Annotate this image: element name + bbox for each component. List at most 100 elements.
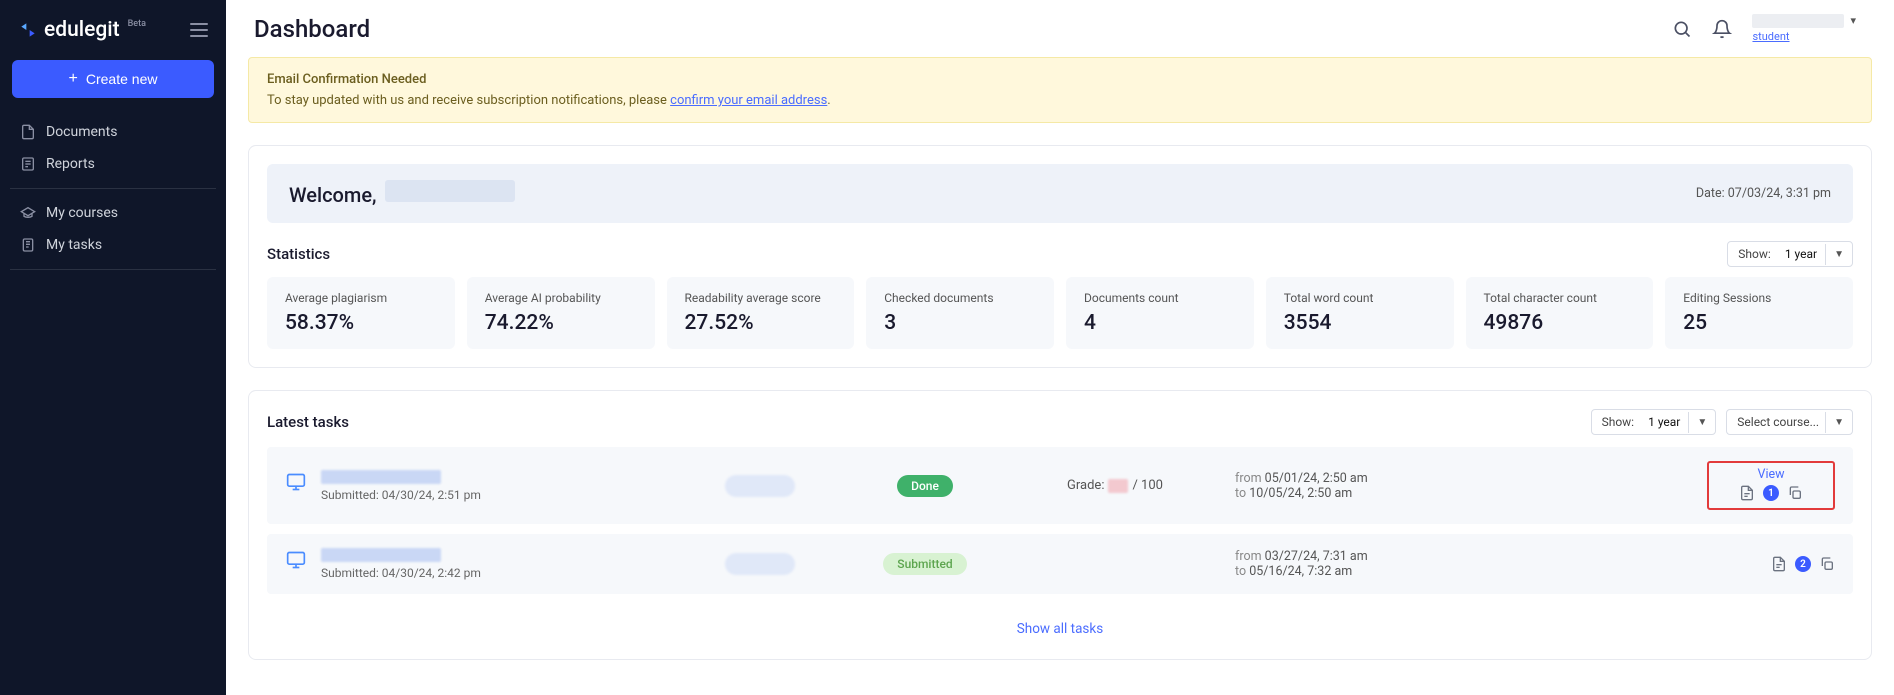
- task-submitted: Submitted: 04/30/24, 2:51 pm: [321, 488, 481, 502]
- logo-icon: [18, 20, 38, 40]
- grade-suffix: / 100: [1132, 478, 1163, 493]
- user-menu[interactable]: ▾ student: [1752, 14, 1856, 43]
- copy-icon[interactable]: [1787, 484, 1803, 502]
- document-icon[interactable]: [1739, 484, 1755, 502]
- sidebar-item-my-tasks[interactable]: My tasks: [10, 229, 216, 261]
- sidebar-item-label: Reports: [46, 156, 95, 172]
- view-highlight: View1: [1707, 461, 1835, 510]
- header: Dashboard ▾ student: [226, 0, 1894, 57]
- task-title-placeholder: [321, 548, 441, 562]
- tasks-show-value: 1 year: [1640, 410, 1688, 434]
- stat-tile: Editing Sessions 25: [1665, 277, 1853, 349]
- from-label: from: [1235, 471, 1262, 486]
- tasks-course-placeholder: Select course...: [1727, 410, 1825, 434]
- welcome-bar: Welcome, Date: 07/03/24, 3:31 pm: [267, 164, 1853, 223]
- tasks-title: Latest tasks: [267, 413, 349, 431]
- user-role-link[interactable]: student: [1752, 30, 1789, 43]
- to-label: to: [1235, 486, 1246, 501]
- sidebar-item-reports[interactable]: Reports: [10, 148, 216, 180]
- sidebar-item-label: Documents: [46, 124, 117, 140]
- from-label: from: [1235, 549, 1262, 564]
- stat-value: 4: [1084, 311, 1236, 335]
- monitor-icon: [285, 550, 307, 570]
- stat-value: 27.52%: [685, 311, 837, 335]
- banner-title: Email Confirmation Needed: [267, 72, 1853, 87]
- stat-tile: Total word count3554: [1266, 277, 1454, 349]
- stats-title: Statistics: [267, 245, 330, 263]
- monitor-icon: [285, 472, 307, 492]
- plus-icon: +: [69, 71, 78, 87]
- task-title-placeholder: [321, 470, 441, 484]
- create-new-button[interactable]: + Create new: [12, 60, 214, 98]
- chevron-down-icon[interactable]: ▼: [1825, 412, 1852, 433]
- stat-value: 25: [1683, 311, 1835, 335]
- welcome-date-label: Date:: [1696, 186, 1725, 201]
- show-all-tasks-link[interactable]: Show all tasks: [1017, 621, 1103, 637]
- from-date: 03/27/24, 7:31 am: [1265, 549, 1368, 564]
- stat-label: Total character count: [1484, 291, 1636, 305]
- stat-label: Editing Sessions: [1683, 291, 1835, 305]
- welcome-greeting: Welcome,: [289, 183, 377, 207]
- doc-count-badge: 2: [1795, 556, 1811, 572]
- stat-value: 58.37%: [285, 311, 437, 335]
- document-icon: [20, 124, 36, 140]
- stats-period-select[interactable]: Show: 1 year ▼: [1727, 241, 1853, 267]
- tasks-period-select[interactable]: Show: 1 year ▼: [1591, 409, 1717, 435]
- confirm-email-link[interactable]: confirm your email address: [670, 93, 827, 108]
- report-icon: [20, 156, 36, 172]
- stats-show-value: 1 year: [1777, 242, 1825, 266]
- stat-tile: Average plagiarism 58.37%: [267, 277, 455, 349]
- task-row: Submitted: 04/30/24, 2:42 pm Submitted fro…: [267, 534, 1853, 594]
- stat-tile: Checked documents3: [866, 277, 1054, 349]
- chevron-down-icon[interactable]: ▼: [1825, 244, 1852, 265]
- stat-value: 3554: [1284, 311, 1436, 335]
- task-row: Submitted: 04/30/24, 2:51 pmDoneGrade: /…: [267, 447, 1853, 524]
- user-name-placeholder: [1752, 14, 1844, 28]
- welcome-name-placeholder: [385, 180, 515, 202]
- courses-icon: [20, 205, 36, 221]
- status-badge: Done: [897, 475, 953, 497]
- sidebar-item-my-courses[interactable]: My courses: [10, 197, 216, 229]
- grade-value-placeholder: [1108, 479, 1128, 493]
- stat-label: Average AI probability: [485, 291, 637, 305]
- tasks-course-select[interactable]: Select course... ▼: [1726, 409, 1853, 435]
- stat-tile: Documents count 4: [1066, 277, 1254, 349]
- view-link[interactable]: View: [1757, 467, 1784, 482]
- status-badge: Submitted: [883, 553, 966, 575]
- stat-value: 74.22%: [485, 311, 637, 335]
- from-date: 05/01/24, 2:50 am: [1265, 471, 1368, 486]
- welcome-date-value: 07/03/24, 3:31 pm: [1728, 186, 1831, 201]
- stat-value: 49876: [1484, 311, 1636, 335]
- brand-tag: Beta: [128, 19, 146, 29]
- stat-tile: Readability average score 27.52%: [667, 277, 855, 349]
- sidebar-item-label: My courses: [46, 205, 118, 221]
- welcome-stats-card: Welcome, Date: 07/03/24, 3:31 pm Statist…: [248, 145, 1872, 368]
- brand-name: edulegit: [44, 18, 120, 42]
- chevron-down-icon: ▾: [1850, 14, 1856, 27]
- email-confirm-banner: Email Confirmation Needed To stay update…: [248, 57, 1872, 123]
- tasks-show-label: Show:: [1592, 410, 1641, 434]
- task-course-placeholder: [725, 475, 795, 497]
- chevron-down-icon[interactable]: ▼: [1688, 412, 1715, 433]
- latest-tasks-card: Latest tasks Show: 1 year ▼ Select cours…: [248, 390, 1872, 660]
- document-icon[interactable]: [1771, 555, 1787, 573]
- task-submitted: Submitted: 04/30/24, 2:42 pm: [321, 566, 481, 580]
- bell-icon[interactable]: [1712, 19, 1732, 39]
- stat-label: Average plagiarism: [285, 291, 437, 305]
- tasks-icon: [20, 237, 36, 253]
- banner-text-suffix: .: [827, 93, 830, 108]
- search-icon[interactable]: [1672, 19, 1692, 39]
- copy-icon[interactable]: [1819, 555, 1835, 573]
- stat-label: Documents count: [1084, 291, 1236, 305]
- sidebar: edulegit Beta + Create new Documents Rep…: [0, 0, 226, 695]
- main-content: Dashboard ▾ student: [226, 0, 1894, 695]
- task-course-placeholder: [725, 553, 795, 575]
- menu-toggle-icon[interactable]: [190, 23, 208, 37]
- to-label: to: [1235, 564, 1246, 579]
- stat-value: 3: [884, 311, 1036, 335]
- logo[interactable]: edulegit Beta: [18, 18, 146, 42]
- sidebar-item-label: My tasks: [46, 237, 102, 253]
- stat-label: Readability average score: [685, 291, 837, 305]
- sidebar-item-documents[interactable]: Documents: [10, 116, 216, 148]
- stats-show-label: Show:: [1728, 242, 1777, 266]
